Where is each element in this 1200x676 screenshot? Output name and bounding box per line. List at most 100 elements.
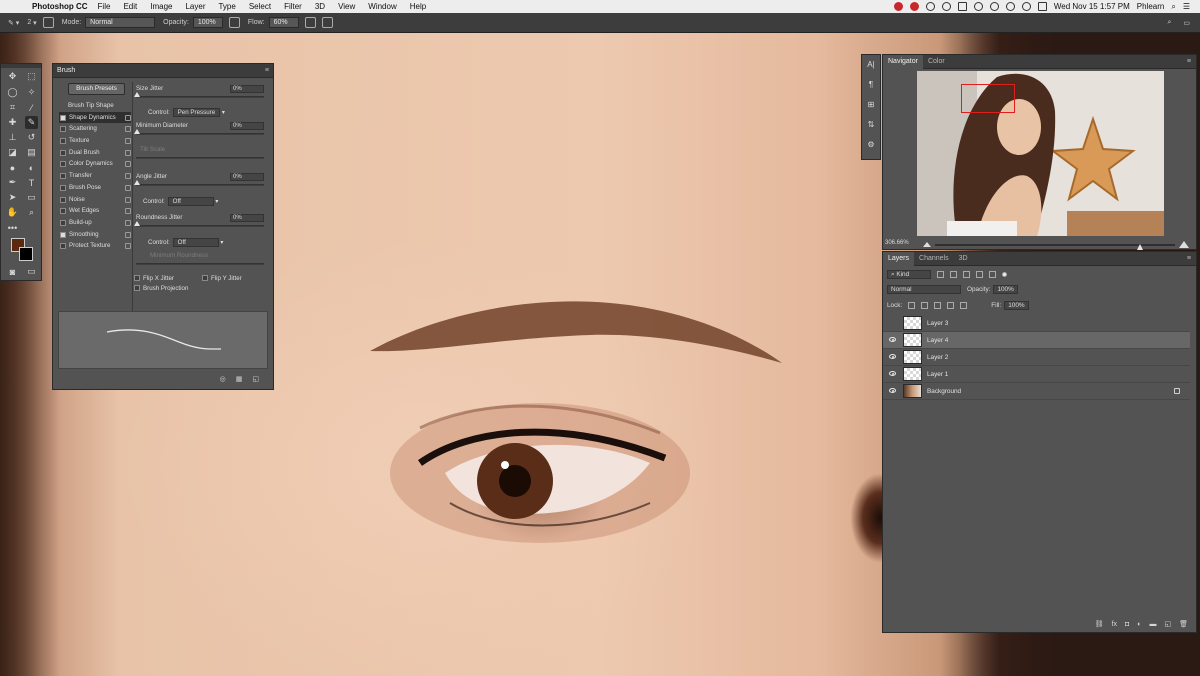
zoom-slider-thumb[interactable] xyxy=(1137,244,1143,250)
pressure-size-icon[interactable] xyxy=(321,17,333,28)
visibility-eye-icon[interactable] xyxy=(889,388,896,393)
zoom-slider[interactable] xyxy=(935,244,1175,250)
grid-icon[interactable]: ▦ xyxy=(236,375,243,383)
zoom-tool-icon[interactable]: ⌕ xyxy=(25,206,38,219)
clone-stamp-tool-icon[interactable]: ⊥ xyxy=(6,131,19,144)
tab-color[interactable]: Color xyxy=(923,55,950,69)
quick-select-tool-icon[interactable]: ✧ xyxy=(25,86,38,99)
build-up-item[interactable]: Build-up xyxy=(59,217,131,229)
checkbox[interactable] xyxy=(202,275,208,282)
checkbox[interactable] xyxy=(60,184,66,191)
size-jitter-value[interactable]: 0% xyxy=(230,85,264,93)
notification-center-icon[interactable]: ☰ xyxy=(1183,2,1190,11)
menu-image[interactable]: Image xyxy=(150,2,172,11)
dropbox-icon[interactable] xyxy=(957,2,967,11)
background-color-swatch[interactable] xyxy=(19,247,33,261)
slider-thumb[interactable] xyxy=(134,221,140,226)
min-diameter-value[interactable]: 0% xyxy=(230,122,264,130)
menu-3d[interactable]: 3D xyxy=(315,2,325,11)
layer-row[interactable]: Layer 3 xyxy=(883,315,1190,332)
app-name-menu[interactable]: Photoshop CC xyxy=(32,2,88,11)
properties-panel-icon[interactable]: ⊞ xyxy=(865,100,877,114)
roundness-jitter-slider[interactable] xyxy=(134,221,264,227)
link-layers-icon[interactable]: ⛓ xyxy=(1095,620,1104,628)
lock-all-icon[interactable] xyxy=(960,302,968,309)
brush-tool-preset-icon[interactable]: ✎ ▾ xyxy=(8,19,19,27)
lock-icon[interactable] xyxy=(125,114,131,121)
menu-file[interactable]: File xyxy=(98,2,111,11)
lock-position-icon[interactable] xyxy=(934,302,942,309)
tilt-scale-slider[interactable] xyxy=(136,157,264,159)
visibility-eye-icon[interactable] xyxy=(889,354,896,359)
lock-icon[interactable] xyxy=(125,149,131,156)
new-layer-icon[interactable]: ◱ xyxy=(1164,620,1171,628)
filter-type-icon[interactable] xyxy=(963,271,970,278)
volume-icon[interactable] xyxy=(1021,2,1031,11)
lock-icon[interactable] xyxy=(125,138,131,145)
checkbox[interactable] xyxy=(134,285,140,292)
pen-tool-icon[interactable]: ✒ xyxy=(6,176,19,189)
checkbox[interactable] xyxy=(60,208,66,215)
lock-icon[interactable] xyxy=(125,219,131,226)
fill-field[interactable]: 100% xyxy=(1004,301,1029,310)
hand-tool-icon[interactable]: ✋ xyxy=(6,206,19,219)
eyedropper-tool-icon[interactable]: ⁄ xyxy=(25,101,38,114)
checkbox[interactable] xyxy=(60,196,66,203)
angle-jitter-slider[interactable] xyxy=(134,180,264,186)
scattering-item[interactable]: Scattering xyxy=(59,123,131,135)
visibility-eye-icon[interactable] xyxy=(889,337,896,342)
blur-tool-icon[interactable]: ● xyxy=(6,161,19,174)
lock-icon[interactable] xyxy=(125,184,131,191)
checkbox[interactable] xyxy=(60,126,66,133)
lock-icon[interactable] xyxy=(1174,388,1180,394)
wifi-icon[interactable] xyxy=(1005,2,1015,11)
brush-tool-icon[interactable]: ✎ xyxy=(25,116,38,129)
adjustments-panel-icon[interactable]: ⚙ xyxy=(865,140,877,154)
zoom-percent[interactable]: 306.66% xyxy=(885,240,909,246)
tab-3d[interactable]: 3D xyxy=(954,252,973,266)
wet-edges-item[interactable]: Wet Edges xyxy=(59,205,131,217)
paragraph-panel-icon[interactable]: ¶ xyxy=(865,80,877,94)
brush-panel-toggle-icon[interactable] xyxy=(42,17,54,28)
lock-icon[interactable] xyxy=(125,161,131,168)
history-panel-icon[interactable]: ⇅ xyxy=(865,120,877,134)
tab-channels[interactable]: Channels xyxy=(914,252,954,266)
zoom-out-icon[interactable] xyxy=(923,242,931,247)
menu-filter[interactable]: Filter xyxy=(284,2,302,11)
history-brush-tool-icon[interactable]: ↺ xyxy=(25,131,38,144)
brush-size-picker[interactable]: 2 ▾ xyxy=(27,19,36,27)
layer-opacity-field[interactable]: 100% xyxy=(993,285,1018,294)
lock-image-icon[interactable] xyxy=(921,302,929,309)
size-jitter-slider[interactable] xyxy=(134,92,264,98)
record-icon[interactable] xyxy=(893,2,903,11)
pressure-opacity-icon[interactable] xyxy=(228,17,240,28)
shape-dynamics-item[interactable]: Shape Dynamics xyxy=(59,111,131,124)
checkbox[interactable] xyxy=(60,149,66,156)
layer-row-background[interactable]: Background xyxy=(883,383,1190,400)
menu-help[interactable]: Help xyxy=(410,2,426,11)
gradient-tool-icon[interactable]: ▤ xyxy=(25,146,38,159)
eraser-tool-icon[interactable]: ◪ xyxy=(6,146,19,159)
clock-icon[interactable] xyxy=(925,2,935,11)
lock-icon[interactable] xyxy=(125,126,131,133)
texture-item[interactable]: Texture xyxy=(59,135,131,147)
menu-layer[interactable]: Layer xyxy=(185,2,205,11)
filter-smartobject-icon[interactable] xyxy=(989,271,996,278)
filter-kind-select[interactable]: ⌕ Kind xyxy=(887,270,931,279)
airbrush-icon[interactable] xyxy=(304,17,316,28)
flip-y-jitter-row[interactable]: Flip Y Jitter xyxy=(202,275,242,282)
layer-row-selected[interactable]: Layer 4 xyxy=(883,332,1190,349)
mode-select[interactable]: Normal xyxy=(85,17,156,28)
edit-toolbar-icon[interactable]: ••• xyxy=(6,221,19,234)
timemachine-icon[interactable] xyxy=(973,2,983,11)
lock-icon[interactable] xyxy=(125,173,131,180)
checkbox[interactable] xyxy=(60,173,66,180)
visibility-eye-icon[interactable] xyxy=(889,371,896,376)
transfer-item[interactable]: Transfer xyxy=(59,170,131,182)
user-name[interactable]: Phlearn xyxy=(1137,2,1165,11)
checkbox-checked[interactable] xyxy=(60,231,66,238)
brush-panel-menu-icon[interactable]: ≡ xyxy=(265,67,269,74)
checkbox[interactable] xyxy=(134,275,140,282)
filter-shape-icon[interactable] xyxy=(976,271,983,278)
slider-thumb[interactable] xyxy=(134,129,140,134)
